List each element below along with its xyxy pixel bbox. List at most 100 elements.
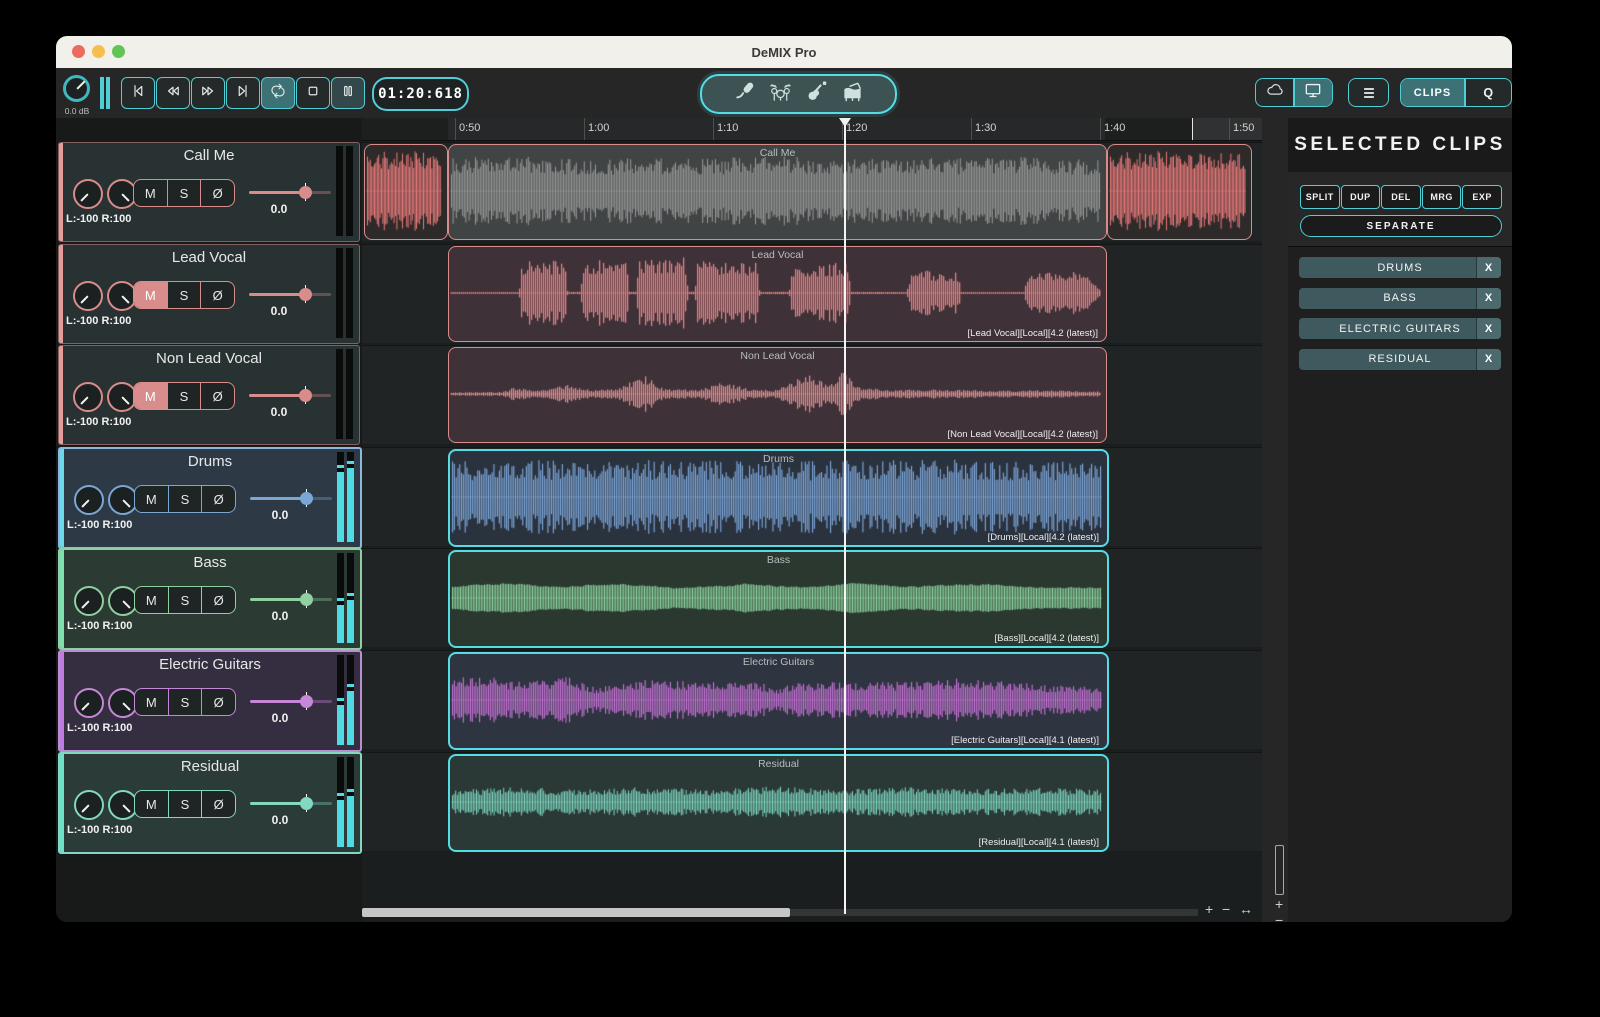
volume-slider-thumb[interactable]: [299, 186, 312, 199]
transport-pause-button[interactable]: [331, 77, 365, 109]
transport-skip-end-button[interactable]: [226, 77, 260, 109]
clip-lead-vocal[interactable]: Lead Vocal[Lead Vocal][Local][4.2 (lates…: [448, 246, 1107, 342]
mute-button[interactable]: M: [134, 282, 167, 308]
solo-button[interactable]: S: [167, 383, 201, 409]
zoom-in-v-button[interactable]: +: [1275, 897, 1283, 911]
volume-slider-track[interactable]: [250, 497, 306, 500]
solo-button[interactable]: S: [167, 282, 201, 308]
track-header-drums[interactable]: DrumsL:-100 R:100MSØ0.0: [58, 447, 362, 549]
volume-slider-track[interactable]: [249, 293, 305, 296]
search-tab[interactable]: Q: [1466, 79, 1512, 106]
volume-slider-track[interactable]: [250, 802, 306, 805]
clip-call-me[interactable]: Call Me: [448, 144, 1107, 240]
remove-clip-button[interactable]: X: [1476, 257, 1501, 278]
selected-clip-item-electric-guitars[interactable]: ELECTRIC GUITARSX: [1299, 318, 1501, 339]
drums-icon: [769, 80, 792, 108]
transport-loop-button[interactable]: [261, 77, 295, 109]
instruments-pill[interactable]: [700, 74, 897, 114]
solo-button[interactable]: S: [168, 587, 202, 613]
track-header-call-me[interactable]: Call MeL:-100 R:100MSØ0.0: [58, 142, 360, 242]
clip-segment[interactable]: [1107, 144, 1252, 240]
solo-button[interactable]: S: [168, 689, 202, 715]
track-header-non-lead-vocal[interactable]: Non Lead VocalL:-100 R:100MSØ0.0: [58, 345, 360, 445]
clip-bass[interactable]: Bass[Bass][Local][4.2 (latest)]: [448, 550, 1109, 648]
desktop-view-button[interactable]: [1295, 79, 1332, 106]
del-button[interactable]: DEL: [1381, 185, 1421, 209]
phase-button[interactable]: Ø: [201, 587, 235, 613]
clip-residual[interactable]: Residual[Residual][Local][4.1 (latest)]: [448, 754, 1109, 852]
mute-button[interactable]: M: [135, 587, 168, 613]
track-header-bass[interactable]: BassL:-100 R:100MSØ0.0: [58, 548, 362, 650]
selected-clip-item-residual[interactable]: RESIDUALX: [1299, 349, 1501, 370]
playhead[interactable]: [844, 118, 846, 914]
clip-segment[interactable]: [364, 144, 448, 240]
volume-slider-thumb[interactable]: [299, 288, 312, 301]
split-button[interactable]: SPLIT: [1300, 185, 1340, 209]
track-header-residual[interactable]: ResidualL:-100 R:100MSØ0.0: [58, 752, 362, 854]
mute-button[interactable]: M: [134, 180, 167, 206]
v-scrollbar-thumb[interactable]: [1275, 845, 1284, 895]
h-scrollbar-thumb[interactable]: [362, 908, 790, 917]
remove-clip-button[interactable]: X: [1476, 288, 1501, 309]
mute-button[interactable]: M: [135, 486, 168, 512]
pan-knob-left[interactable]: [74, 586, 104, 616]
solo-button[interactable]: S: [167, 180, 201, 206]
mrg-button[interactable]: MRG: [1422, 185, 1462, 209]
solo-button[interactable]: S: [168, 791, 202, 817]
solo-button[interactable]: S: [168, 486, 202, 512]
pan-knob-left[interactable]: [74, 688, 104, 718]
menu-button[interactable]: [1348, 78, 1389, 107]
transport-stop-button[interactable]: [296, 77, 330, 109]
remove-clip-button[interactable]: X: [1476, 349, 1501, 370]
volume-slider-thumb[interactable]: [300, 593, 313, 606]
volume-slider-thumb[interactable]: [300, 695, 313, 708]
transport-rewind-button[interactable]: [156, 77, 190, 109]
volume-slider-thumb[interactable]: [300, 797, 313, 810]
cloud-view-button[interactable]: [1256, 79, 1293, 106]
clip-electric-guitars[interactable]: Electric Guitars[Electric Guitars][Local…: [448, 652, 1109, 750]
mute-button[interactable]: M: [135, 689, 168, 715]
volume-slider-thumb[interactable]: [299, 389, 312, 402]
zoom-window-button[interactable]: [112, 45, 125, 58]
mute-button[interactable]: M: [135, 791, 168, 817]
volume-slider-track[interactable]: [250, 598, 306, 601]
phase-button[interactable]: Ø: [201, 791, 235, 817]
transport-skip-start-button[interactable]: [121, 77, 155, 109]
pan-knob-left[interactable]: [73, 382, 103, 412]
clip-drums[interactable]: Drums[Drums][Local][4.2 (latest)]: [448, 449, 1109, 547]
clips-tab[interactable]: CLIPS: [1401, 79, 1464, 106]
transport-fast-forward-button[interactable]: [191, 77, 225, 109]
dup-button[interactable]: DUP: [1341, 185, 1381, 209]
selected-clip-item-bass[interactable]: BASSX: [1299, 288, 1501, 309]
clip-non-lead-vocal[interactable]: Non Lead Vocal[Non Lead Vocal][Local][4.…: [448, 347, 1107, 443]
volume-slider-track[interactable]: [249, 191, 305, 194]
phase-button[interactable]: Ø: [200, 180, 234, 206]
separate-button[interactable]: SEPARATE: [1300, 215, 1502, 237]
pan-knob-left[interactable]: [73, 281, 103, 311]
mute-button[interactable]: M: [134, 383, 167, 409]
selected-clip-item-drums[interactable]: DRUMSX: [1299, 257, 1501, 278]
close-window-button[interactable]: [72, 45, 85, 58]
phase-button[interactable]: Ø: [201, 689, 235, 715]
track-header-lead-vocal[interactable]: Lead VocalL:-100 R:100MSØ0.0: [58, 244, 360, 344]
playhead-marker[interactable]: [839, 118, 851, 127]
master-volume-knob[interactable]: [63, 75, 90, 102]
zoom-fit-button[interactable]: ↔: [1239, 902, 1253, 916]
zoom-out-h-button[interactable]: −: [1222, 902, 1230, 916]
volume-slider-track[interactable]: [249, 394, 305, 397]
volume-slider-thumb[interactable]: [300, 492, 313, 505]
zoom-out-v-button[interactable]: −: [1275, 913, 1283, 922]
phase-button[interactable]: Ø: [200, 282, 234, 308]
zoom-in-h-button[interactable]: +: [1205, 902, 1213, 916]
remove-clip-button[interactable]: X: [1476, 318, 1501, 339]
timeline-ruler[interactable]: 0:501:001:101:201:301:401:50: [362, 118, 1262, 141]
phase-button[interactable]: Ø: [201, 486, 235, 512]
pan-knob-left[interactable]: [74, 790, 104, 820]
minimize-window-button[interactable]: [92, 45, 105, 58]
track-header-electric-guitars[interactable]: Electric GuitarsL:-100 R:100MSØ0.0: [58, 650, 362, 752]
pan-knob-left[interactable]: [73, 179, 103, 209]
exp-button[interactable]: EXP: [1462, 185, 1502, 209]
phase-button[interactable]: Ø: [200, 383, 234, 409]
pan-knob-left[interactable]: [74, 485, 104, 515]
volume-slider-track[interactable]: [250, 700, 306, 703]
